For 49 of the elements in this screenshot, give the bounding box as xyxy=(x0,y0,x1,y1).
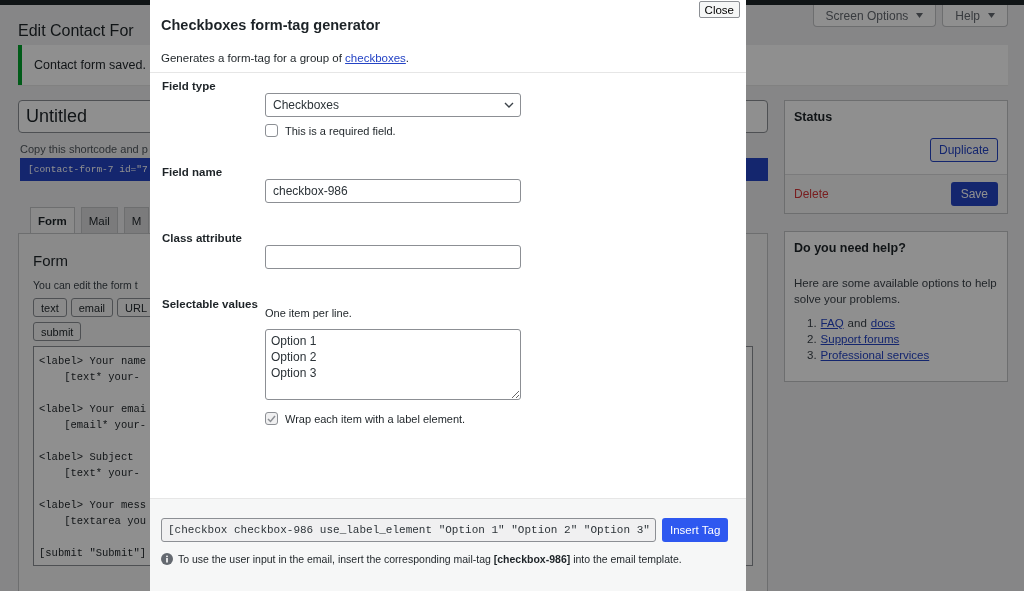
card-title: Do you need help? xyxy=(793,240,907,255)
delete-link[interactable]: Delete xyxy=(794,187,829,201)
help-text: Here are some available options to help solve your problems. xyxy=(794,276,998,307)
text-field[interactable]: checkbox-986 xyxy=(265,179,521,203)
list-number: 2. xyxy=(807,333,817,345)
tag-field[interactable]: [checkbox checkbox-986 use_label_element "Option 1" "Option 2" "Option 3" xyxy=(161,518,656,542)
text-field[interactable] xyxy=(265,245,521,269)
page-title: Edit Contact For xyxy=(18,21,134,41)
tag-button[interactable]: submit xyxy=(33,322,82,341)
duplicate-button[interactable]: Duplicate xyxy=(929,138,998,162)
tag-button[interactable]: text xyxy=(33,298,67,317)
list-number: 3. xyxy=(807,349,817,361)
dialog-title: Checkboxes form-tag generator xyxy=(161,17,382,33)
close-button[interactable]: Close xyxy=(698,1,740,18)
insert-tag-button[interactable]: Insert Tag xyxy=(662,518,729,542)
field-label: Class attribute xyxy=(162,231,243,246)
checkbox[interactable] xyxy=(265,124,278,137)
tab[interactable]: Mail xyxy=(80,207,118,233)
list-number: 1. xyxy=(807,317,817,329)
help-link[interactable]: docs xyxy=(870,317,896,329)
help-link[interactable]: Professional services xyxy=(820,349,930,361)
chevron-icon xyxy=(504,102,514,108)
panel-heading: Form xyxy=(33,252,68,269)
info-icon xyxy=(161,553,173,565)
panel-description: You can edit the form t xyxy=(33,279,138,291)
screen-options-button[interactable]: Screen Options xyxy=(812,5,937,27)
help-link[interactable]: Support forums xyxy=(820,333,900,345)
card-title: Status xyxy=(793,109,834,124)
tab[interactable]: Form xyxy=(30,207,75,233)
shortcode-hint: Copy this shortcode and p xyxy=(20,143,149,155)
checkbox-label: This is a required field. xyxy=(285,124,396,137)
mail-tag-note: To use the user input in the email, insert the corresponding mail-tag [checkbox-986] into the email template. xyxy=(178,553,682,565)
tab[interactable]: M xyxy=(123,207,150,233)
tag-button[interactable]: email xyxy=(70,298,114,317)
help-text: and xyxy=(847,317,867,329)
caret-icon xyxy=(988,13,995,18)
help-button[interactable]: Help xyxy=(942,5,1008,27)
checkboxes-link[interactable]: checkboxes xyxy=(345,52,406,64)
save-button[interactable]: Save xyxy=(950,182,998,206)
help-link[interactable]: FAQ xyxy=(820,317,844,329)
field-label: Selectable values xyxy=(162,297,259,312)
caret-icon xyxy=(916,13,924,18)
field-label: Field name xyxy=(162,165,224,180)
checkbox-label: Wrap each item with a label element. xyxy=(285,412,466,425)
dialog-intro: Generates a form-tag for a group of checkboxes. xyxy=(161,52,411,64)
values-textarea[interactable]: Option 1 Option 2 Option 3 xyxy=(265,329,521,400)
checkbox[interactable] xyxy=(265,412,278,425)
hint-text: One item per line. xyxy=(265,307,353,319)
field-type-select[interactable]: Checkboxes xyxy=(265,93,521,117)
